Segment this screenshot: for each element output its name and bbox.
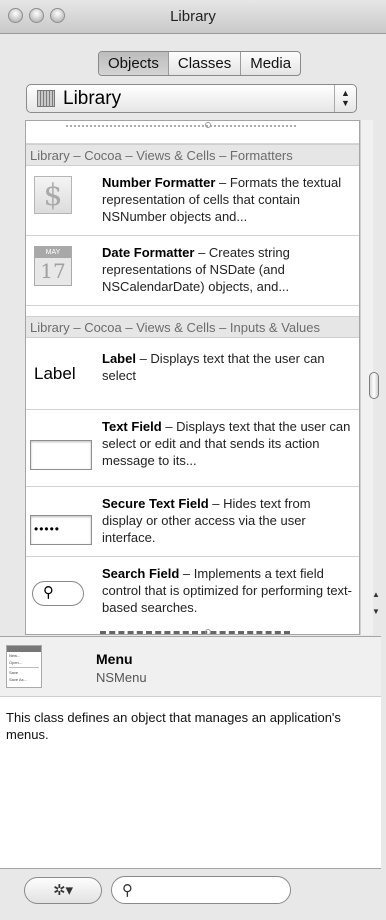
- tab-objects[interactable]: Objects: [99, 52, 168, 75]
- split-handle[interactable]: [205, 629, 211, 634]
- list-item-label[interactable]: Label Label – Displays text that the use…: [26, 338, 359, 410]
- partial-list-item: [26, 121, 359, 144]
- item-title: Secure Text Field: [102, 496, 209, 511]
- scroll-up-arrow-icon[interactable]: ▲: [371, 590, 381, 599]
- item-title: Text Field: [102, 419, 162, 434]
- tab-classes[interactable]: Classes: [167, 52, 240, 75]
- menu-icon: New... Open... Save Save As...: [6, 645, 42, 688]
- item-description: – Displays text that the user can select: [102, 351, 325, 383]
- object-list[interactable]: Library – Cocoa – Views & Cells – Format…: [25, 120, 360, 635]
- search-input[interactable]: [142, 881, 282, 899]
- search-field-icon: ⚲: [32, 581, 84, 606]
- library-popup-button[interactable]: Library ▲ ▼: [26, 84, 357, 113]
- split-handle[interactable]: [205, 122, 211, 128]
- library-tab-selector: Objects Classes Media: [98, 51, 302, 76]
- up-down-arrows-icon: ▲ ▼: [334, 85, 356, 112]
- detail-header: New... Open... Save Save As... Menu NSMe…: [0, 637, 381, 697]
- detail-title: Menu: [96, 651, 133, 667]
- label-icon: Label: [34, 364, 76, 383]
- library-icon: [37, 90, 55, 107]
- detail-panel: New... Open... Save Save As... Menu NSMe…: [0, 636, 381, 869]
- item-title: Number Formatter: [102, 175, 216, 190]
- list-item-secure-text-field[interactable]: ••••• Secure Text Field – Hides text fro…: [26, 487, 359, 557]
- section-header-formatters: Library – Cocoa – Views & Cells – Format…: [26, 144, 359, 166]
- detail-description: This class defines an object that manage…: [6, 710, 341, 742]
- text-field-icon: [30, 440, 92, 470]
- item-title: Date Formatter: [102, 245, 195, 260]
- library-popup-label: Library: [63, 88, 122, 109]
- number-formatter-icon: $: [34, 176, 72, 214]
- list-scrollbar-thumb[interactable]: [369, 372, 379, 399]
- detail-class-name: NSMenu: [96, 670, 147, 685]
- window-title: Library: [170, 8, 216, 25]
- search-input-container[interactable]: ⚲: [111, 876, 291, 904]
- list-item-date-formatter[interactable]: MAY 17 Date Formatter – Creates string r…: [26, 236, 359, 306]
- tab-media[interactable]: Media: [240, 52, 300, 75]
- item-title: Label: [102, 351, 136, 366]
- section-header-inputs-values: Library – Cocoa – Views & Cells – Inputs…: [26, 316, 359, 338]
- scroll-down-arrow-icon[interactable]: ▼: [371, 607, 381, 616]
- partial-list-item: [26, 623, 359, 634]
- gear-icon: ✲▾: [52, 882, 74, 899]
- list-item-text-field[interactable]: Text Field – Displays text that the user…: [26, 410, 359, 487]
- item-title: Search Field: [102, 566, 180, 581]
- action-gear-button[interactable]: ✲▾: [24, 877, 102, 904]
- title-bar: Library: [0, 0, 386, 34]
- list-item-search-field[interactable]: ⚲ Search Field – Implements a text field…: [26, 557, 359, 624]
- search-icon: ⚲: [122, 882, 133, 899]
- date-formatter-icon: MAY 17: [34, 246, 72, 286]
- list-item-number-formatter[interactable]: $ Number Formatter – Formats the textual…: [26, 166, 359, 236]
- secure-text-field-icon: •••••: [30, 515, 92, 545]
